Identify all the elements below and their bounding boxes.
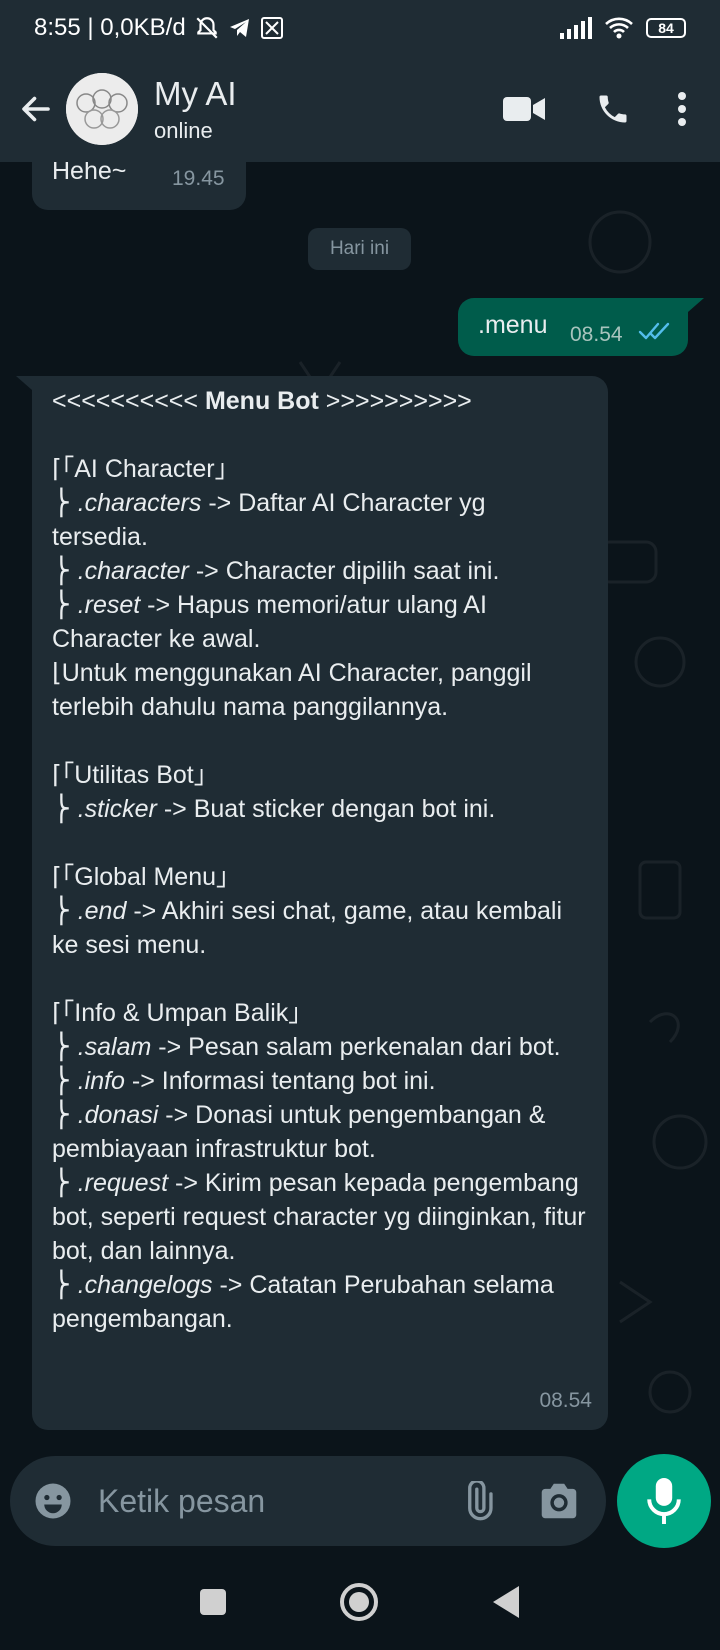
voice-message-button[interactable] [617, 1454, 711, 1548]
date-divider: Hari ini [308, 228, 411, 270]
menu-title-right: >>>>>>>>>> [318, 387, 472, 415]
app-notification-icon [260, 17, 283, 39]
status-time: 8:55 | 0,0KB/d [34, 14, 186, 41]
composer-bar [0, 1450, 720, 1554]
message-composer [10, 1456, 606, 1546]
command: .characters [77, 489, 202, 517]
status-bar: 8:55 | 0,0KB/d 84 [0, 0, 720, 56]
section-heading: ⌈「Utilitas Bot」 [52, 761, 219, 789]
message-text: Hehe~ [52, 162, 127, 185]
status-left: 8:55 | 0,0KB/d [34, 14, 284, 42]
system-nav-bar [0, 1554, 720, 1650]
message-time: 08.54 [539, 1389, 592, 1412]
voice-call-button[interactable] [578, 79, 648, 139]
command-desc: -> Buat sticker dengan bot ini. [156, 795, 496, 823]
command: .salam [77, 1033, 152, 1061]
command-desc: -> Informasi tentang bot ini. [124, 1067, 436, 1095]
message-menu-bot[interactable]: <<<<<<<<<< Menu Bot >>>>>>>>>> ⌈「AI Char… [32, 376, 608, 1430]
menu-body: <<<<<<<<<< Menu Bot >>>>>>>>>> ⌈「AI Char… [52, 387, 593, 1333]
home-icon[interactable] [339, 1582, 379, 1622]
message-text: .menu [478, 311, 548, 339]
message-outgoing[interactable]: .menu 08.54 [458, 298, 688, 356]
command: .donasi [77, 1101, 159, 1129]
wifi-icon [605, 17, 633, 39]
mute-alarm-icon [196, 17, 218, 39]
section-heading: ⌈「Global Menu」 [52, 863, 242, 891]
message-time: 19.45 [172, 167, 225, 190]
command-desc: -> Character dipilih saat ini. [188, 557, 500, 585]
back-button[interactable] [10, 83, 62, 135]
attach-icon[interactable] [458, 1481, 498, 1521]
more-options-button[interactable] [662, 79, 702, 139]
menu-title-left: <<<<<<<<<< [52, 387, 205, 415]
menu-title: Menu Bot [204, 387, 319, 415]
command: .end [77, 897, 127, 925]
contact-name: My AI [154, 75, 237, 112]
command: .character [77, 557, 189, 585]
signal-icon [560, 17, 592, 39]
command: .request [77, 1169, 169, 1197]
command-desc: -> Pesan salam perkenalan dari bot. [151, 1033, 561, 1061]
command: .info [77, 1067, 125, 1095]
contact-status: online [154, 118, 213, 143]
camera-icon[interactable] [538, 1482, 580, 1520]
avatar[interactable] [66, 73, 138, 145]
recents-icon[interactable] [199, 1588, 227, 1616]
section-heading: ⌈「AI Character」 [52, 455, 240, 483]
message-incoming[interactable]: Hehe~ 19.45 [32, 162, 246, 210]
avatar-image [66, 73, 138, 145]
contact-info[interactable]: My AI online [154, 74, 237, 144]
chat-area[interactable]: Hehe~ 19.45 Hari ini .menu 08.54 <<<<<<<… [0, 162, 720, 1450]
back-nav-icon[interactable] [491, 1585, 521, 1619]
phone-icon [599, 95, 627, 123]
mic-icon [647, 1478, 681, 1524]
bubble-tail-in [16, 376, 32, 390]
section-note: ⌊Untuk menggunakan AI Character, panggil… [52, 659, 539, 721]
chat-header: My AI online [0, 56, 720, 162]
video-call-button[interactable] [484, 79, 564, 139]
telegram-icon [229, 19, 249, 37]
command-desc: -> Akhiri sesi chat, game, atau kembali … [52, 897, 569, 959]
more-vert-icon [678, 92, 686, 126]
battery-indicator: 84 [646, 18, 686, 38]
status-right: 84 [560, 16, 686, 40]
header-actions [484, 79, 720, 139]
command: .changelogs [77, 1271, 213, 1299]
emoji-icon[interactable] [32, 1480, 74, 1522]
back-arrow-icon [22, 96, 50, 122]
read-ticks-icon [638, 322, 670, 340]
section-heading: ⌈「Info & Umpan Balik」 [52, 999, 314, 1027]
bubble-tail-out [688, 298, 704, 312]
message-input[interactable] [98, 1482, 428, 1520]
command: .reset [77, 591, 141, 619]
command: .sticker [77, 795, 157, 823]
video-call-icon [503, 97, 545, 121]
message-time: 08.54 [570, 323, 623, 346]
